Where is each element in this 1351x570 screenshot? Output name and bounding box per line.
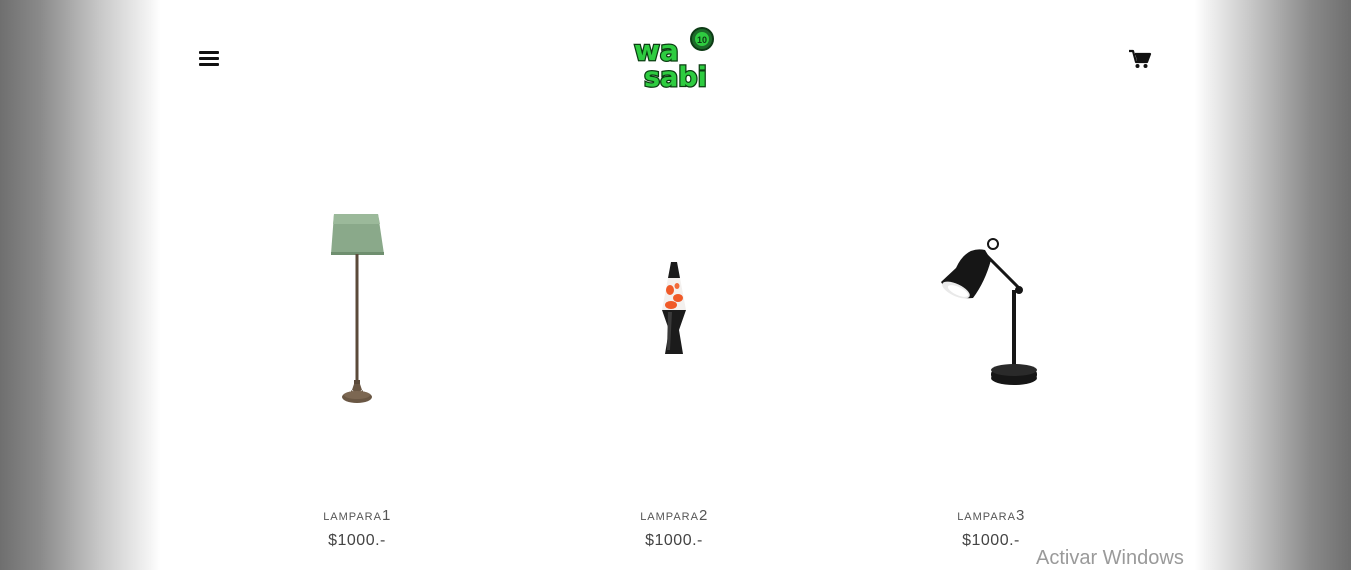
floor-lamp-image[interactable] [227,150,487,480]
product-card-2[interactable]: LAMPARA2 $1000.- [544,150,804,560]
product-name-prefix: LAMPARA [323,511,382,523]
desk-lamp-image[interactable] [861,150,1121,480]
hamburger-menu-icon[interactable] [199,51,219,67]
product-name-prefix: LAMPARA [640,511,699,523]
product-name[interactable]: LAMPARA2 [544,507,804,524]
product-name[interactable]: LAMPARA3 [861,507,1121,524]
product-price: $1000.- [645,532,703,549]
product-name-number: 3 [1015,507,1025,524]
product-name-number: 2 [698,507,708,524]
product-name[interactable]: LAMPARA1 [227,507,487,524]
shopping-cart-icon[interactable] [1128,48,1152,70]
site-logo[interactable]: 10 wa sabi [628,24,720,94]
logo-text-sabi: sabi [644,62,707,92]
product-card-3[interactable]: LAMPARA3 $1000.- [861,150,1121,560]
windows-activation-watermark: Activar Windows [1036,547,1184,569]
page: 10 wa sabi LAMPARA1 $1000.- LAMPARA2 $10… [0,0,1351,569]
product-card-1[interactable]: LAMPARA1 $1000.- [227,150,487,560]
product-price: $1000.- [328,532,386,549]
logo-badge-text: 10 [697,35,707,45]
product-name-number: 1 [381,507,391,524]
lava-lamp-image[interactable] [544,150,804,480]
product-name-prefix: LAMPARA [957,511,1016,523]
